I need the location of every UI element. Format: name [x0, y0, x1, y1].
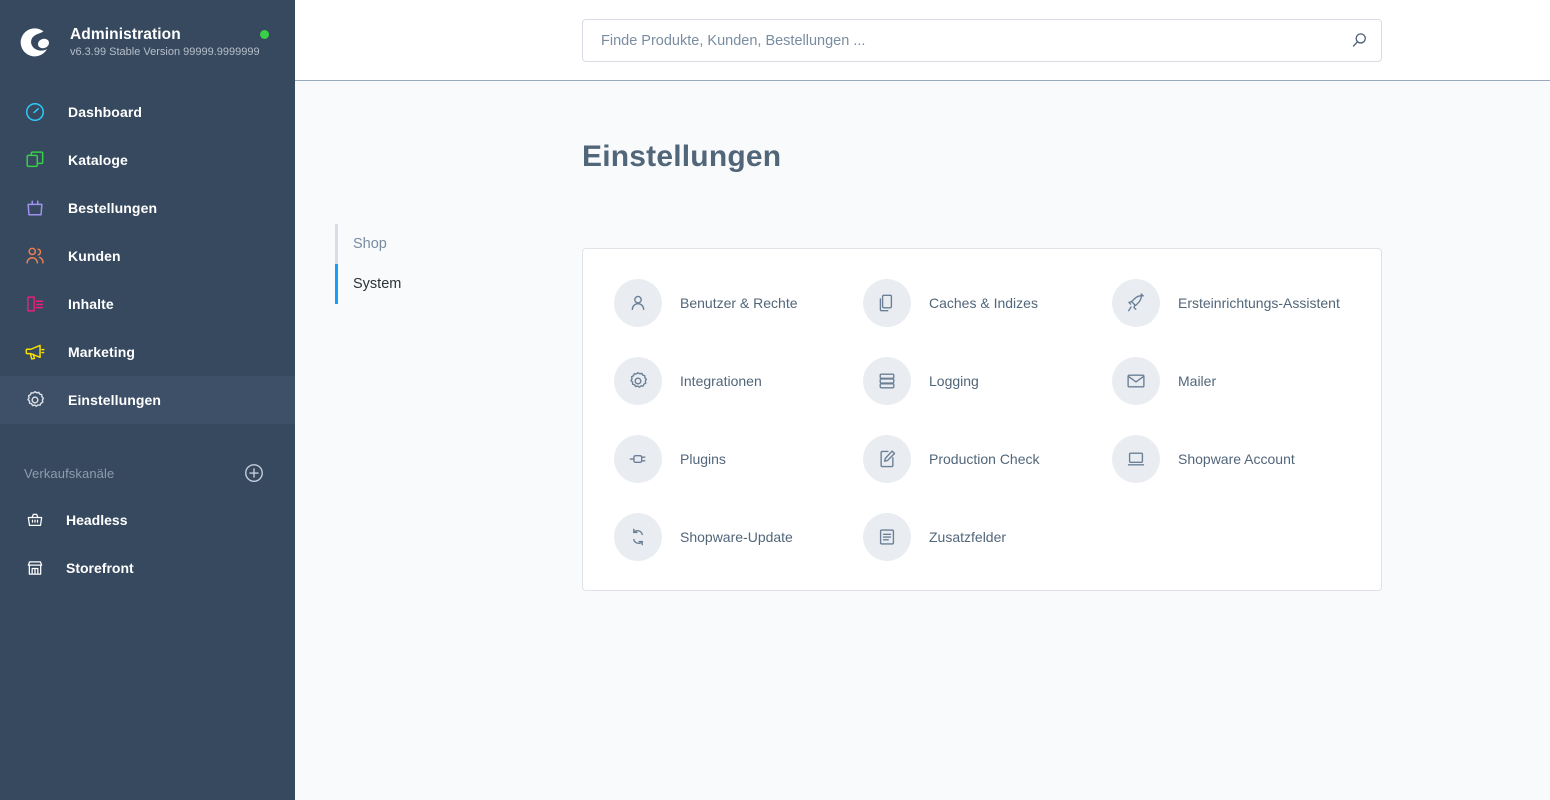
catalog-icon [20, 146, 50, 174]
brand-title: Administration [70, 25, 181, 43]
settings-card: Benutzer & Rechte Caches & Indizes Erste… [582, 248, 1382, 591]
page-title: Einstellungen [582, 140, 782, 173]
settings-item-shopware-update[interactable]: Shopware-Update [614, 513, 863, 561]
sidebar-item-storefront[interactable]: Storefront [0, 544, 295, 592]
document-edit-icon [863, 435, 911, 483]
list-document-icon [863, 513, 911, 561]
settings-item-integrationen[interactable]: Integrationen [614, 357, 863, 405]
megaphone-icon [20, 338, 50, 366]
tab-shop[interactable]: Shop [335, 224, 545, 264]
settings-item-benutzer-rechte[interactable]: Benutzer & Rechte [614, 279, 863, 327]
admin-app: Administration v6.3.99 Stable Version 99… [0, 0, 1550, 800]
sidebar-nav: Dashboard Kataloge Bestellungen Kunden I… [0, 88, 295, 424]
settings-item-label: Production Check [929, 451, 1040, 467]
settings-item-caches-indizes[interactable]: Caches & Indizes [863, 279, 1112, 327]
dashboard-icon [20, 98, 50, 126]
settings-item-zusatzfelder[interactable]: Zusatzfelder [863, 513, 1112, 561]
settings-item-logging[interactable]: Logging [863, 357, 1112, 405]
settings-tab-list: Shop System [335, 224, 545, 304]
sidebar-item-label: Kataloge [68, 152, 128, 168]
search-icon[interactable] [1337, 20, 1381, 61]
shopware-logo-icon [16, 22, 56, 62]
database-icon [863, 357, 911, 405]
settings-item-ersteinrichtungs-assistent[interactable]: Ersteinrichtungs-Assistent [1112, 279, 1381, 327]
settings-item-plugins[interactable]: Plugins [614, 435, 863, 483]
tab-label: Shop [353, 236, 387, 252]
envelope-icon [1112, 357, 1160, 405]
sidebar-item-kataloge[interactable]: Kataloge [0, 136, 295, 184]
settings-item-label: Ersteinrichtungs-Assistent [1178, 295, 1340, 311]
tab-system[interactable]: System [335, 264, 545, 304]
refresh-icon [614, 513, 662, 561]
customers-icon [20, 242, 50, 270]
sidebar-item-headless[interactable]: Headless [0, 496, 295, 544]
brand-version: v6.3.99 Stable Version 99999.9999999 [70, 45, 260, 58]
sidebar-item-label: Dashboard [68, 104, 143, 120]
status-dot-online [260, 30, 269, 39]
sidebar-item-label: Inhalte [68, 296, 114, 312]
sidebar-item-label: Marketing [68, 344, 136, 360]
plus-circle-icon[interactable] [243, 462, 265, 484]
brand-header[interactable]: Administration v6.3.99 Stable Version 99… [0, 0, 295, 84]
sidebar-item-label: Storefront [66, 560, 134, 576]
settings-item-label: Shopware-Update [680, 529, 793, 545]
settings-item-label: Mailer [1178, 373, 1217, 389]
sidebar: Administration v6.3.99 Stable Version 99… [0, 0, 295, 800]
sidebar-item-dashboard[interactable]: Dashboard [0, 88, 295, 136]
plug-icon [614, 435, 662, 483]
sidebar-item-label: Headless [66, 512, 128, 528]
search-input[interactable] [583, 32, 1337, 49]
laptop-icon [1112, 435, 1160, 483]
settings-item-production-check[interactable]: Production Check [863, 435, 1112, 483]
sidebar-item-label: Kunden [68, 248, 121, 264]
topbar [295, 0, 1550, 81]
sidebar-item-einstellungen[interactable]: Einstellungen [0, 376, 295, 424]
content-icon [20, 290, 50, 318]
settings-item-mailer[interactable]: Mailer [1112, 357, 1381, 405]
settings-item-label: Plugins [680, 451, 726, 467]
settings-item-label: Zusatzfelder [929, 529, 1007, 545]
settings-item-label: Benutzer & Rechte [680, 295, 798, 311]
settings-item-label: Logging [929, 373, 979, 389]
user-icon [614, 279, 662, 327]
orders-bag-icon [20, 194, 50, 222]
sidebar-item-inhalte[interactable]: Inhalte [0, 280, 295, 328]
settings-grid: Benutzer & Rechte Caches & Indizes Erste… [583, 249, 1381, 561]
settings-item-label: Integrationen [680, 373, 762, 389]
settings-item-shopware-account[interactable]: Shopware Account [1112, 435, 1381, 483]
sidebar-item-bestellungen[interactable]: Bestellungen [0, 184, 295, 232]
basket-icon [20, 506, 50, 534]
tab-label: System [353, 276, 402, 292]
global-search[interactable] [582, 19, 1382, 62]
settings-item-label: Shopware Account [1178, 451, 1295, 467]
sidebar-item-marketing[interactable]: Marketing [0, 328, 295, 376]
sales-channels-title: Verkaufskanäle [24, 465, 115, 481]
content-area: Einstellungen Shop System Benutzer & Rec… [295, 81, 1550, 800]
main-area: Einstellungen Shop System [295, 0, 1550, 800]
copy-documents-icon [863, 279, 911, 327]
sidebar-item-kunden[interactable]: Kunden [0, 232, 295, 280]
sales-channels-header: Verkaufskanäle [0, 450, 295, 496]
gear-icon [614, 357, 662, 405]
storefront-icon [20, 554, 50, 582]
rocket-icon [1112, 279, 1160, 327]
sidebar-item-label: Einstellungen [68, 392, 162, 408]
sidebar-item-label: Bestellungen [68, 200, 158, 216]
gear-icon [20, 386, 50, 414]
settings-item-label: Caches & Indizes [929, 295, 1038, 311]
